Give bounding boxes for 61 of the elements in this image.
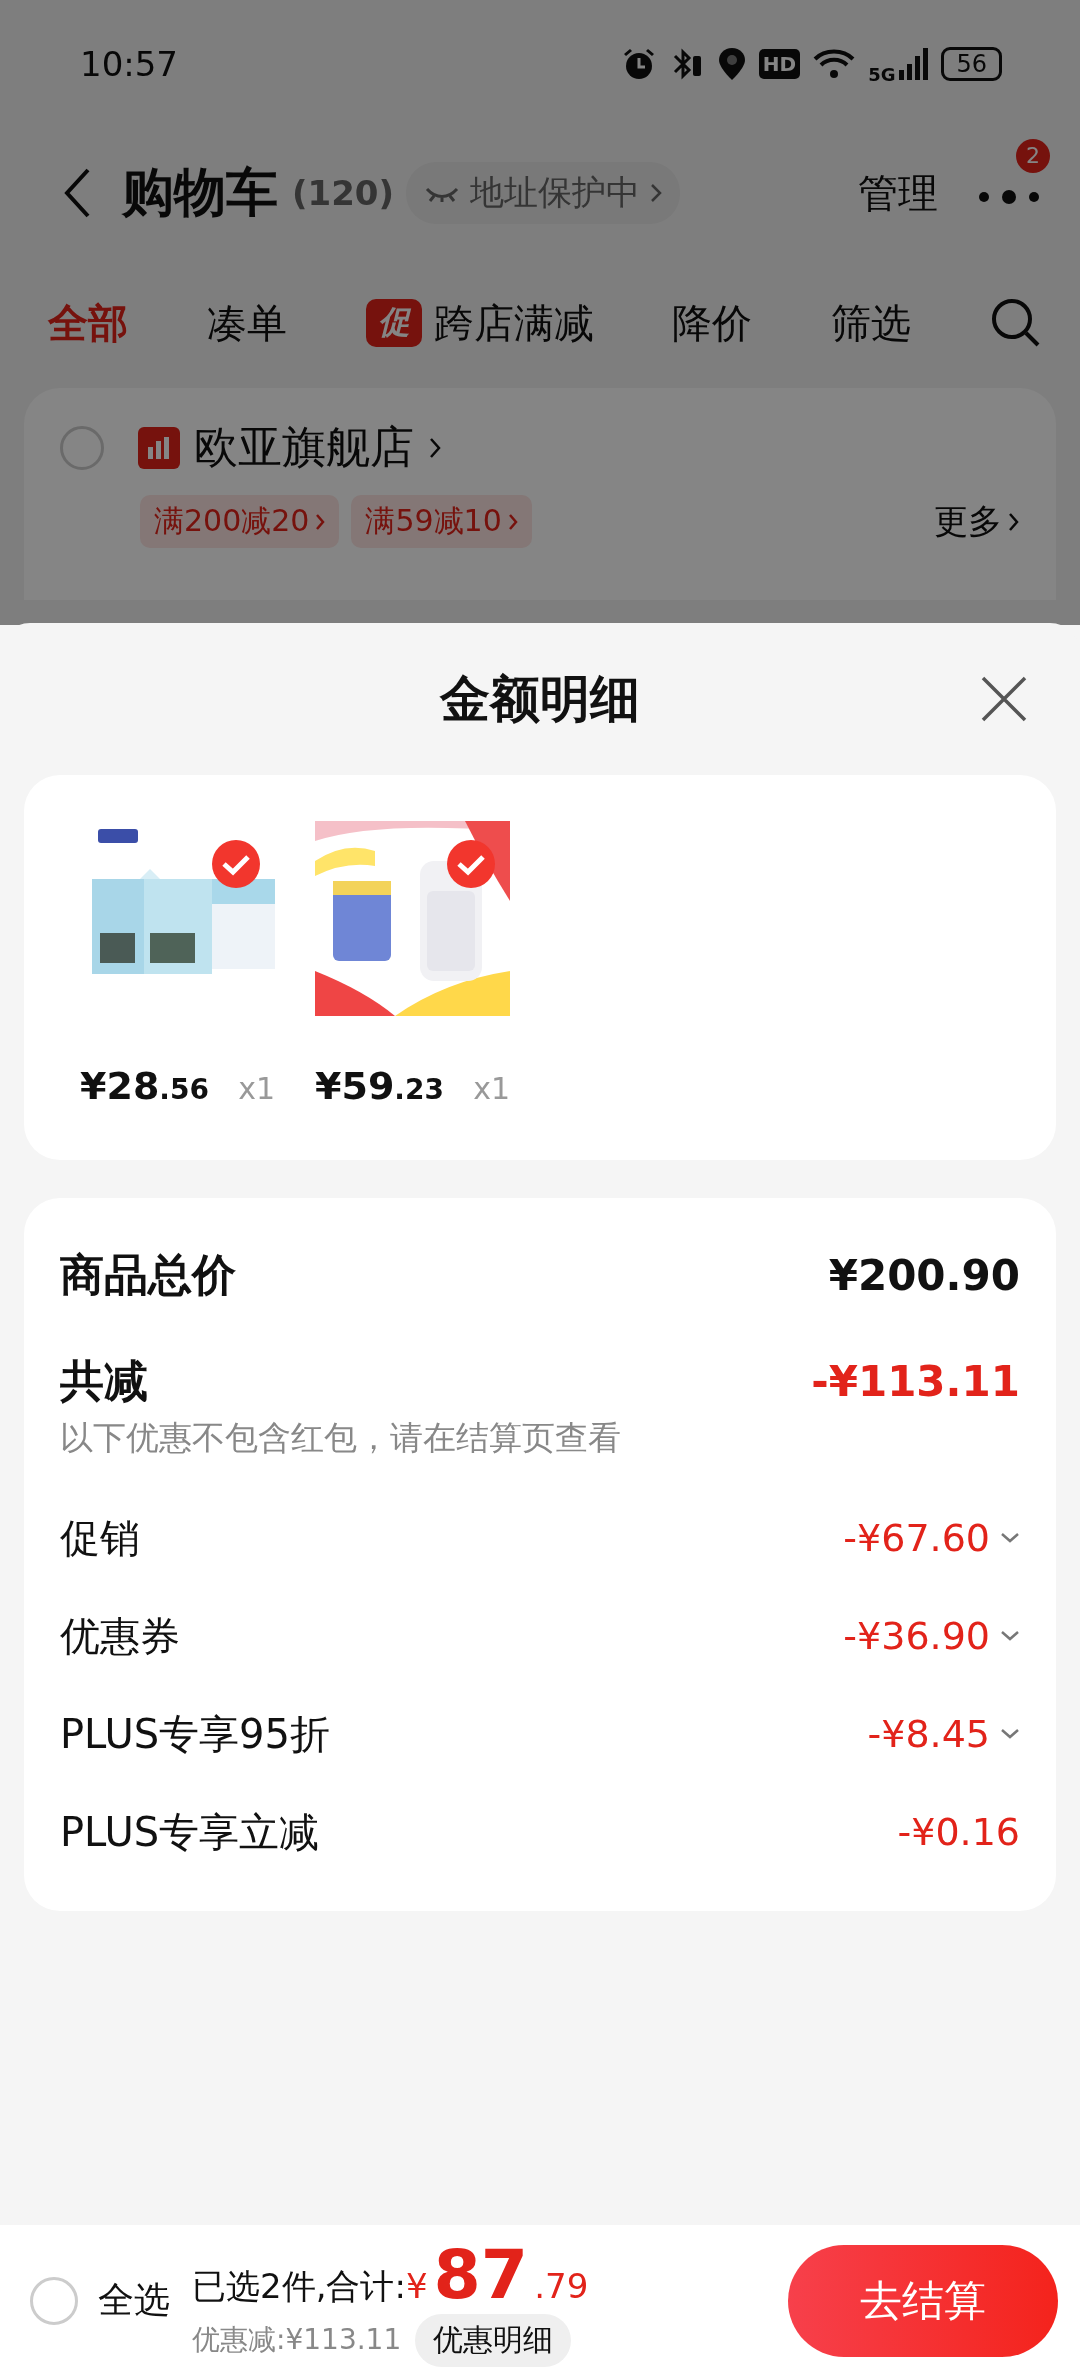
- expand-icon[interactable]: [1000, 1630, 1020, 1642]
- filter-tab[interactable]: 全部: [48, 295, 128, 351]
- signal-icon: [899, 46, 930, 82]
- row-label: 商品总价: [60, 1247, 236, 1302]
- row-amount: ¥200.90: [828, 1250, 1020, 1300]
- chevron-icon: [1008, 511, 1020, 532]
- filter-tab[interactable]: 凑单: [206, 295, 287, 351]
- address-protection-pill[interactable]: 地址保护中: [406, 162, 681, 224]
- checkout-button[interactable]: 去结算: [788, 2244, 1058, 2357]
- coupon-tag[interactable]: 满59减10: [351, 495, 532, 548]
- hd-icon: HD: [758, 49, 801, 79]
- select-all-checkbox[interactable]: [30, 2276, 78, 2325]
- wifi-icon: [812, 47, 857, 81]
- row-note: 以下优惠不包含红包，请在结算页查看: [60, 1417, 622, 1459]
- more-link[interactable]: 更多: [934, 498, 1020, 545]
- manage-button[interactable]: 管理: [858, 165, 938, 221]
- store-checkbox[interactable]: [60, 425, 104, 470]
- row-amount: -¥67.60: [843, 1516, 990, 1560]
- item-price: ¥59.23: [315, 1064, 444, 1108]
- selected-summary: 已选2件,合计:: [192, 2264, 406, 2308]
- network-label: 5G: [868, 63, 896, 85]
- filter-tab[interactable]: 促 跨店满减: [365, 295, 594, 351]
- sheet-title: 金额明细: [440, 668, 640, 730]
- store-name[interactable]: 欧亚旗舰店: [194, 418, 414, 477]
- discount-summary: 优惠减:¥113.11: [192, 2322, 402, 2358]
- battery-icon: 56: [941, 47, 1002, 81]
- select-all-label[interactable]: 全选: [98, 2276, 170, 2325]
- search-icon[interactable]: [990, 297, 1042, 349]
- row-label: 共减: [60, 1353, 148, 1408]
- more-icon[interactable]: [978, 189, 1040, 204]
- check-icon[interactable]: [211, 839, 261, 889]
- notification-badge: 2: [1016, 138, 1050, 173]
- page-title: 购物车: [122, 161, 278, 224]
- check-icon[interactable]: [446, 839, 496, 889]
- chevron-icon: [507, 512, 518, 531]
- item-price: ¥28.56: [80, 1064, 209, 1108]
- total-price: ¥87.79: [405, 2234, 589, 2314]
- item-quantity: x1: [473, 1071, 510, 1106]
- row-amount: -¥36.90: [843, 1614, 990, 1658]
- row-label: 促销: [60, 1513, 140, 1563]
- item-count: (120): [292, 173, 395, 213]
- row-amount: -¥0.16: [897, 1810, 1020, 1854]
- discount-details-button[interactable]: 优惠明细: [415, 2313, 572, 2367]
- chevron-icon: [650, 182, 663, 204]
- row-label: 优惠券: [60, 1611, 180, 1661]
- back-icon[interactable]: [62, 167, 92, 219]
- coupon-tag[interactable]: 满200减20: [140, 495, 340, 548]
- close-icon[interactable]: [980, 675, 1028, 723]
- row-amount: -¥8.45: [867, 1712, 990, 1756]
- item-quantity: x1: [238, 1071, 275, 1106]
- expand-icon[interactable]: [1000, 1532, 1020, 1544]
- row-amount: -¥113.11: [811, 1356, 1020, 1406]
- expand-icon[interactable]: [1000, 1728, 1020, 1740]
- filter-tab[interactable]: 降价: [672, 295, 753, 351]
- chevron-icon: [315, 512, 326, 531]
- store-icon: [138, 426, 180, 469]
- filter-tab[interactable]: 筛选: [831, 295, 912, 351]
- row-label: PLUS专享95折: [60, 1709, 330, 1759]
- row-label: PLUS专享立减: [60, 1807, 320, 1857]
- location-icon: [716, 46, 747, 82]
- status-time: 10:57: [80, 44, 178, 84]
